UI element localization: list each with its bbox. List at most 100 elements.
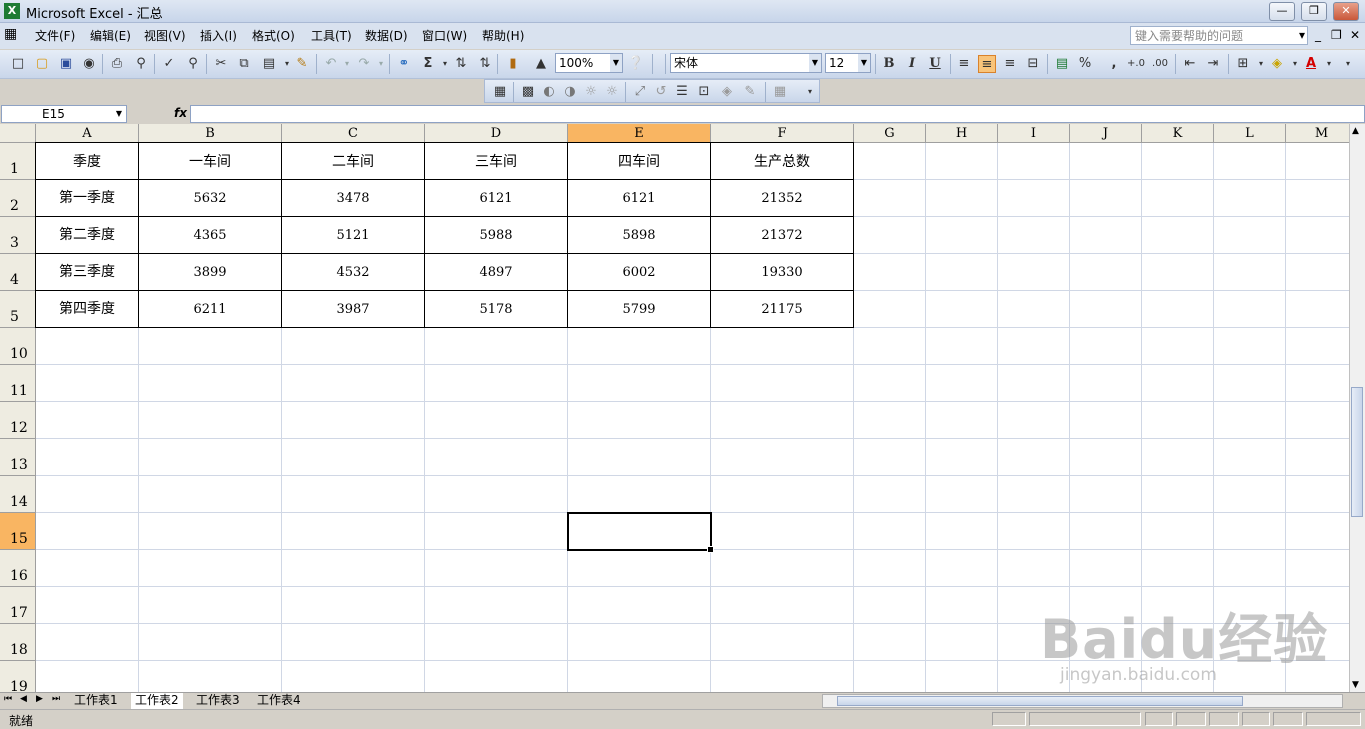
grid-cell[interactable] — [36, 328, 139, 365]
more-brightness-icon[interactable]: ☼ — [582, 83, 600, 101]
column-header-e[interactable]: E — [568, 124, 711, 143]
minimize-button[interactable]: — — [1269, 2, 1295, 21]
grid-cell[interactable] — [1142, 143, 1214, 180]
autosum-icon[interactable]: Σ — [419, 55, 437, 73]
grid-cell[interactable] — [36, 587, 139, 624]
row-header-16[interactable]: 16 — [0, 550, 36, 587]
table-header-cell[interactable]: 二车间 — [281, 142, 425, 180]
font-color-dropdown-icon[interactable]: ▾ — [1320, 55, 1338, 73]
row-header-11[interactable]: 11 — [0, 365, 36, 402]
grid-cell[interactable] — [926, 217, 998, 254]
less-brightness-icon[interactable]: ☼ — [603, 83, 621, 101]
font-name-select[interactable]: 宋体 ▼ — [670, 53, 822, 73]
menu-help[interactable]: 帮助(H) — [482, 27, 524, 44]
table-cell[interactable]: 4897 — [424, 253, 568, 291]
grid-cell[interactable] — [425, 365, 568, 402]
prev-sheet-icon[interactable]: ◀ — [20, 694, 27, 704]
permission-icon[interactable]: ◉ — [80, 55, 98, 73]
grid-cell[interactable] — [282, 476, 425, 513]
help-search-input[interactable]: 键入需要帮助的问题 — [1130, 26, 1308, 45]
grid-cell[interactable] — [711, 328, 854, 365]
last-sheet-icon[interactable]: ⏭ — [52, 694, 60, 704]
line-style-icon[interactable]: ☰ — [673, 83, 691, 101]
menu-format[interactable]: 格式(O) — [252, 27, 295, 44]
grid-cell[interactable] — [282, 550, 425, 587]
row-header-13[interactable]: 13 — [0, 439, 36, 476]
grid-cell[interactable] — [36, 513, 139, 550]
grid-cell[interactable] — [1286, 402, 1349, 439]
grid-cell[interactable] — [425, 328, 568, 365]
selected-cell[interactable] — [567, 512, 714, 553]
grid-cell[interactable] — [425, 402, 568, 439]
decrease-decimal-icon[interactable]: .00 — [1151, 55, 1169, 73]
grid-cell[interactable] — [1142, 180, 1214, 217]
grid-cell[interactable] — [282, 402, 425, 439]
grid-cell[interactable] — [711, 661, 854, 692]
grid-cell[interactable] — [139, 365, 282, 402]
grid-cell[interactable] — [1286, 439, 1349, 476]
crop-icon[interactable]: ⤢ — [631, 83, 649, 101]
grid-cell[interactable] — [1214, 365, 1286, 402]
reset-picture-icon[interactable]: ▦ — [771, 83, 789, 101]
grid-cell[interactable] — [1070, 476, 1142, 513]
grid-cell[interactable] — [1142, 291, 1214, 328]
table-header-cell[interactable]: 一车间 — [138, 142, 282, 180]
column-header-b[interactable]: B — [139, 124, 282, 143]
grid-cell[interactable] — [568, 587, 711, 624]
grid-cell[interactable] — [711, 550, 854, 587]
horizontal-scroll-thumb[interactable] — [837, 696, 1243, 706]
grid-cell[interactable] — [926, 661, 998, 692]
bold-button[interactable]: B — [880, 55, 898, 73]
italic-button[interactable]: I — [903, 55, 921, 73]
table-cell[interactable]: 6121 — [424, 179, 568, 217]
grid-cell[interactable] — [425, 624, 568, 661]
grid-cell[interactable] — [854, 587, 926, 624]
table-cell[interactable]: 3899 — [138, 253, 282, 291]
grid-cell[interactable] — [1286, 291, 1349, 328]
row-header-4[interactable]: 4 — [0, 254, 36, 291]
merge-center-icon[interactable]: ⊟ — [1024, 55, 1042, 73]
grid-cell[interactable] — [711, 439, 854, 476]
grid-cell[interactable] — [1142, 365, 1214, 402]
grid-cell[interactable] — [1214, 328, 1286, 365]
grid-cell[interactable] — [1142, 328, 1214, 365]
grid-cell[interactable] — [926, 328, 998, 365]
table-cell[interactable]: 第四季度 — [35, 290, 139, 328]
grid-cell[interactable] — [1142, 217, 1214, 254]
grid-cell[interactable] — [854, 513, 926, 550]
grid-cell[interactable] — [926, 513, 998, 550]
doc-close-button[interactable]: ✕ — [1350, 28, 1360, 42]
grid-cell[interactable] — [926, 402, 998, 439]
grid-cell[interactable] — [139, 476, 282, 513]
print-preview-icon[interactable]: ⚲ — [132, 55, 150, 73]
grid-cell[interactable] — [711, 365, 854, 402]
grid-cell[interactable] — [139, 550, 282, 587]
grid-cell[interactable] — [282, 661, 425, 692]
grid-cell[interactable] — [1286, 513, 1349, 550]
grid-cell[interactable] — [139, 513, 282, 550]
grid-cell[interactable] — [1070, 365, 1142, 402]
grid-cell[interactable] — [1214, 143, 1286, 180]
column-header-g[interactable]: G — [854, 124, 926, 143]
color-icon[interactable]: ▩ — [519, 83, 537, 101]
grid-cell[interactable] — [282, 624, 425, 661]
redo-icon[interactable]: ↷ — [355, 55, 373, 73]
grid-cell[interactable] — [854, 550, 926, 587]
rotate-left-icon[interactable]: ↺ — [652, 83, 670, 101]
font-size-select[interactable]: 12 ▼ — [825, 53, 871, 73]
grid-cell[interactable] — [139, 624, 282, 661]
sort-descending-icon[interactable]: ⇅ — [476, 55, 494, 73]
column-header-f[interactable]: F — [711, 124, 854, 143]
select-all-corner[interactable] — [0, 124, 36, 143]
align-center-icon[interactable]: ≡ — [978, 55, 996, 73]
menu-window[interactable]: 窗口(W) — [422, 27, 467, 44]
grid-cell[interactable] — [425, 587, 568, 624]
first-sheet-icon[interactable]: ⏮ — [4, 694, 12, 704]
underline-button[interactable]: U — [926, 55, 944, 73]
grid-cell[interactable] — [36, 550, 139, 587]
column-header-h[interactable]: H — [926, 124, 998, 143]
sort-ascending-icon[interactable]: ⇅ — [452, 55, 470, 73]
table-cell[interactable]: 6002 — [567, 253, 711, 291]
insert-picture-icon[interactable]: ▦ — [491, 83, 509, 101]
new-icon[interactable]: □ — [9, 55, 27, 73]
